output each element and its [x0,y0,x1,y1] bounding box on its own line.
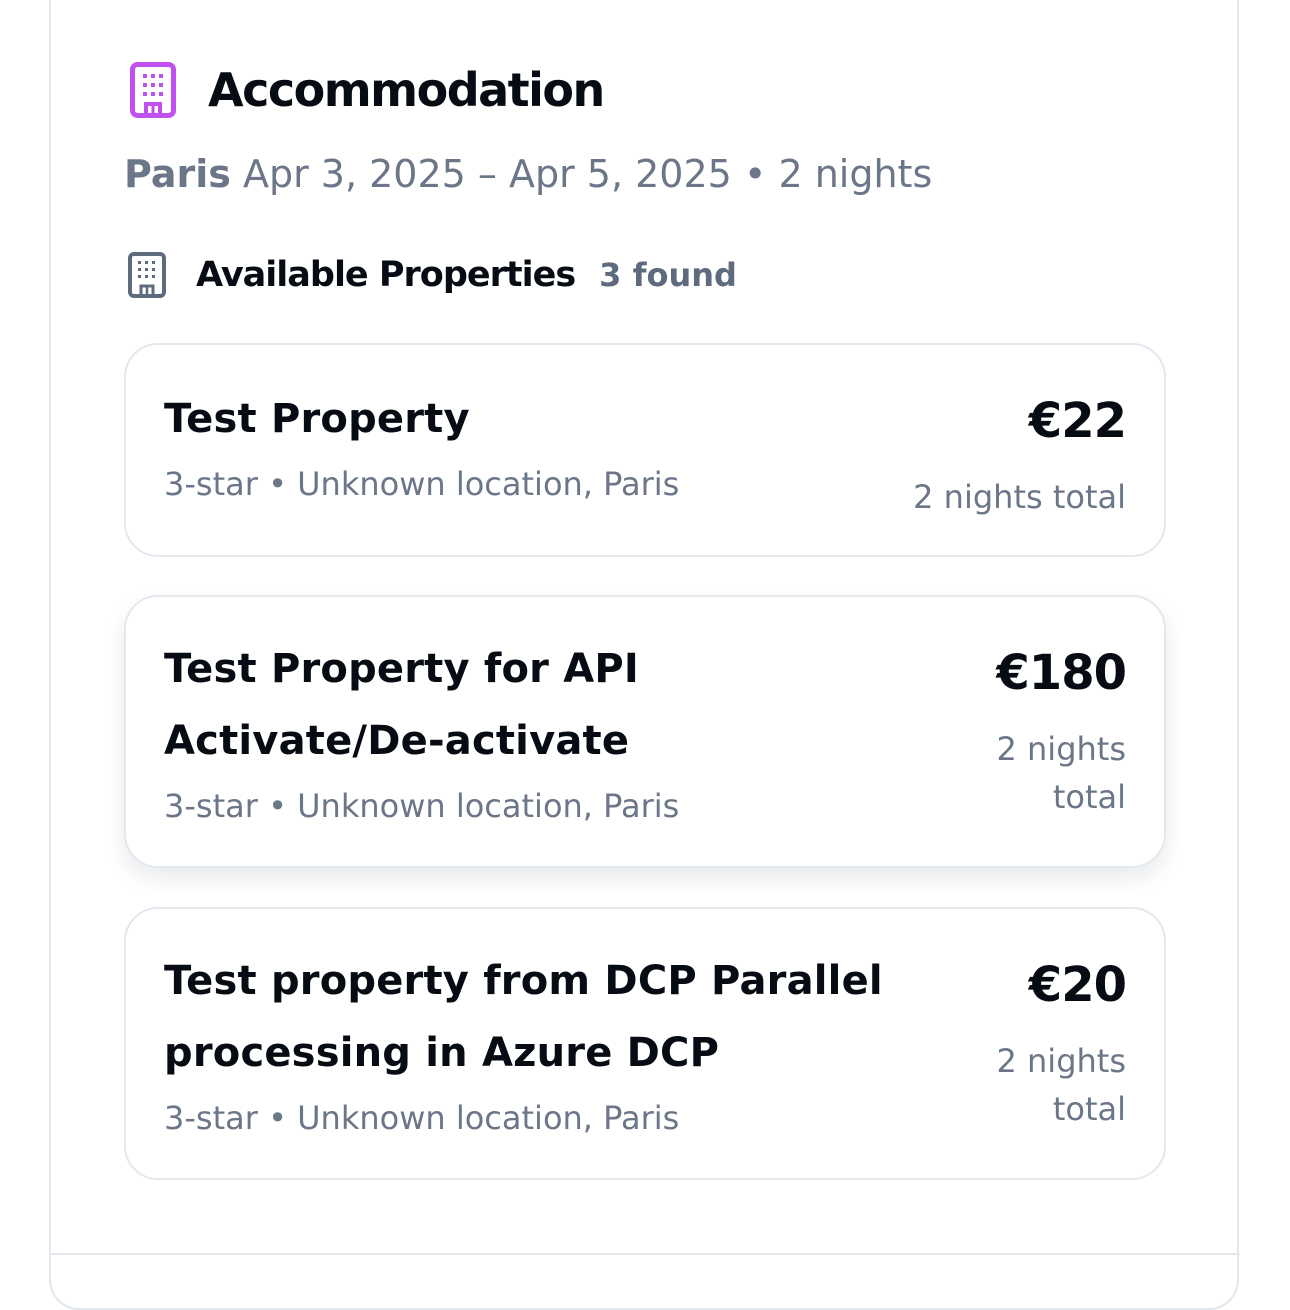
property-card[interactable]: Test Property 3-star • Unknown location,… [124,343,1166,557]
section-title: Accommodation [208,63,605,117]
property-meta: 3-star • Unknown location, Paris [164,465,680,503]
trip-summary: Paris Apr 3, 2025 – Apr 5, 2025 • 2 nigh… [124,152,932,198]
trip-separator: • [743,152,767,196]
property-total: 2 nights total [996,1042,1126,1128]
building-icon [128,252,166,298]
section-divider [50,1253,1240,1255]
property-card[interactable]: Test property from DCP Parallel processi… [124,907,1166,1180]
property-name: Test Property for API Activate/De-activa… [164,646,639,764]
property-total: 2 nights total [996,730,1126,816]
property-price: €180 [996,645,1127,701]
properties-count: 3 found [599,256,737,294]
property-total: 2 nights total [913,478,1126,516]
property-card[interactable]: Test Property for API Activate/De-activa… [124,595,1166,868]
section-header: Accommodation [130,62,605,118]
property-meta: 3-star • Unknown location, Paris [164,787,680,825]
property-name: Test property from DCP Parallel processi… [164,958,883,1076]
property-price: €20 [1028,957,1127,1013]
trip-dates: Apr 3, 2025 – Apr 5, 2025 [242,152,732,196]
properties-header: Available Properties 3 found [128,252,737,298]
property-name: Test Property [164,396,470,442]
property-meta: 3-star • Unknown location, Paris [164,1099,680,1137]
property-price: €22 [1028,393,1127,449]
trip-nights: 2 nights [778,152,933,196]
properties-title: Available Properties [196,255,576,295]
trip-city: Paris [124,152,231,196]
building-icon [130,62,176,118]
